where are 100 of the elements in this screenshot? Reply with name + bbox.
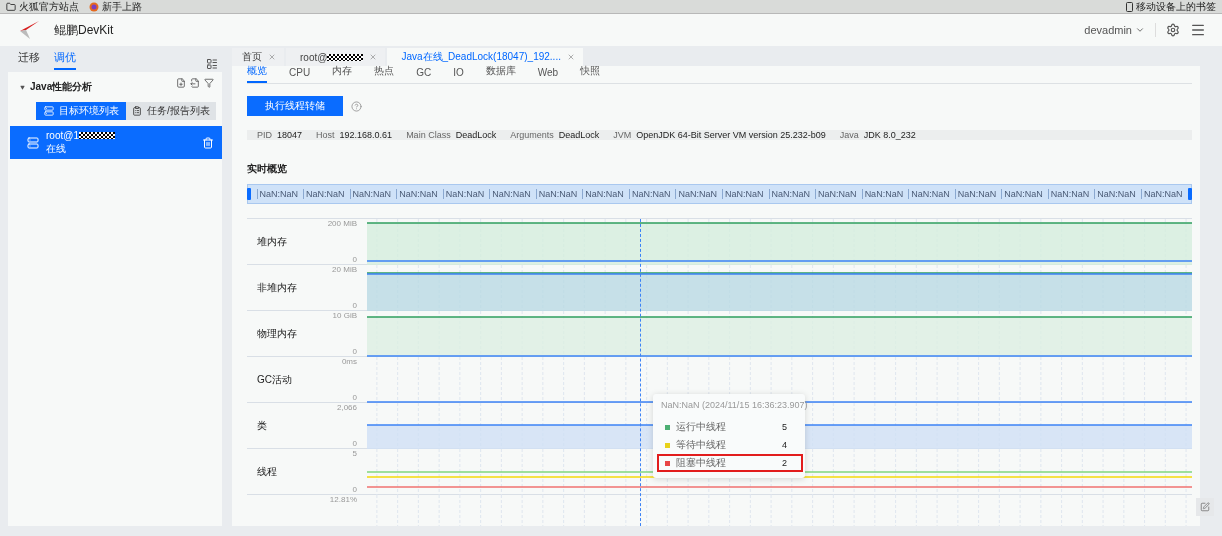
clipboard-icon	[132, 106, 143, 116]
folder-icon	[6, 1, 16, 12]
info-value: OpenJDK 64-Bit Server VM version 25.232-b09	[636, 130, 826, 140]
app-title: 鲲鹏DevKit	[54, 21, 114, 39]
document-tab[interactable]: Java在线_DeadLock(18047)_192....	[387, 48, 583, 66]
redaction-mark	[327, 53, 364, 61]
view-tab[interactable]: IO	[453, 67, 464, 83]
info-label: Main Class	[406, 130, 451, 140]
info-label: JVM	[613, 130, 632, 140]
time-label: NaN:NaN	[303, 189, 345, 199]
help-icon[interactable]	[351, 100, 362, 112]
info-value: 192.168.0.61	[339, 130, 393, 140]
series-value: 2	[782, 458, 787, 468]
time-label: NaN:NaN	[349, 189, 392, 199]
user-menu[interactable]: devadmin	[1084, 24, 1145, 36]
menu-icon[interactable]	[1190, 22, 1206, 38]
view-toggle[interactable]: 目标环境列表	[36, 102, 126, 120]
axis-max-label: 12.81%	[329, 495, 357, 504]
axis-zero-label: 0	[352, 255, 357, 264]
file-export-icon[interactable]	[190, 78, 200, 88]
metric-label: 类	[257, 418, 267, 433]
info-value: DeadLock	[455, 130, 497, 140]
view-tab[interactable]: Web	[537, 67, 559, 83]
metric-label: 物理内存	[257, 326, 297, 341]
time-label: NaN:NaN	[861, 189, 904, 199]
time-label: NaN:NaN	[815, 189, 857, 199]
section-label: Java性能分析	[30, 80, 94, 94]
time-label: NaN:NaN	[768, 189, 811, 199]
axis-zero-label: 0	[352, 301, 357, 310]
axis-max-label: 200 MiB	[327, 219, 357, 228]
axis-max-label: 10 GiB	[332, 311, 357, 320]
close-icon[interactable]	[566, 53, 575, 61]
info-label: PID	[257, 130, 272, 140]
view-tab[interactable]: 概览	[247, 64, 267, 83]
time-label: NaN:NaN	[675, 189, 717, 199]
environment-name: root@1	[46, 129, 79, 141]
axis-zero-label: 0	[352, 393, 357, 402]
time-label: NaN:NaN	[582, 189, 624, 199]
document-tab[interactable]: 首页	[232, 48, 284, 66]
info-label: Java	[839, 130, 859, 140]
time-label: NaN:NaN	[256, 189, 299, 199]
environment-item[interactable]: root@1 在线	[10, 126, 222, 159]
view-tab[interactable]: 数据库	[485, 64, 516, 83]
view-tab[interactable]: 快照	[580, 64, 601, 83]
info-value: JDK 8.0_232	[863, 130, 916, 140]
document-tab[interactable]: root@	[286, 48, 386, 66]
time-label: NaN:NaN	[908, 189, 950, 199]
trash-icon[interactable]	[202, 136, 214, 149]
phone-icon	[1126, 1, 1133, 12]
sidebar-tab[interactable]: 调优	[54, 50, 76, 70]
chevron-icon	[1135, 25, 1145, 35]
axis-max-label: 0ms	[341, 357, 357, 366]
range-handle[interactable]	[247, 188, 251, 200]
view-tab[interactable]: 热点	[374, 64, 395, 83]
view-tab[interactable]: GC	[416, 67, 432, 83]
view-tab[interactable]: 内存	[332, 64, 353, 83]
file-add-icon[interactable]	[176, 78, 186, 88]
close-icon[interactable]	[268, 53, 276, 61]
sidebar-tab[interactable]: 迁移	[18, 50, 40, 70]
time-range-selection[interactable]: NaN:NaN NaN:NaN NaN:NaN NaN:NaN NaN:NaN NaN:NaN NaN:NaN NaN:NaN NaN:NaN NaN:NaN NaN:NaN NaN:NaN NaN:NaN NaN:NaN NaN:NaN NaN:NaN NaN:NaN NaN:NaN NaN:NaN NaN:NaN	[247, 184, 1192, 204]
list-layout-icon[interactable]	[206, 58, 218, 70]
time-label: NaN:NaN	[1140, 189, 1183, 199]
time-label: NaN:NaN	[954, 189, 997, 199]
range-handle[interactable]	[1188, 188, 1192, 200]
metric-label: 线程	[257, 464, 277, 479]
time-label: NaN:NaN	[1001, 189, 1043, 199]
series-label: 等待中线程	[676, 438, 727, 452]
time-label: NaN:NaN	[396, 189, 438, 199]
time-label: NaN:NaN	[1094, 189, 1136, 199]
info-label: Host	[316, 130, 335, 140]
view-tab[interactable]: CPU	[289, 67, 311, 83]
close-icon[interactable]	[369, 53, 378, 61]
server-icon	[27, 136, 39, 149]
axis-zero-label: 0	[352, 439, 357, 448]
time-label: NaN:NaN	[489, 189, 531, 199]
metric-label: GC活动	[257, 372, 292, 387]
bookmark-link[interactable]: 新手上路	[89, 0, 142, 14]
thread-dump-button[interactable]: 执行线程转储	[247, 96, 343, 116]
time-label: NaN:NaN	[722, 189, 764, 199]
browser-logo-icon	[89, 1, 99, 12]
axis-max-label: 5	[352, 449, 357, 458]
axis-max-label: 2,066	[336, 403, 357, 412]
info-value: DeadLock	[558, 130, 600, 140]
series-value: 5	[782, 422, 787, 432]
settings-icon[interactable]	[1166, 23, 1180, 37]
server-icon	[43, 106, 54, 116]
axis-max-label: 20 MiB	[332, 265, 357, 274]
filter-icon[interactable]	[204, 78, 214, 88]
time-label: NaN:NaN	[628, 189, 671, 199]
edit-icon[interactable]	[1196, 498, 1214, 516]
redaction-mark	[78, 131, 115, 139]
axis-zero-label: 0	[352, 485, 357, 494]
logo-icon	[18, 21, 40, 39]
time-label: NaN:NaN	[442, 189, 485, 199]
series-label: 运行中线程	[676, 420, 727, 434]
metric-label: 堆内存	[257, 234, 287, 249]
info-label: Arguments	[510, 130, 554, 140]
bookmark-link[interactable]: 火狐官方站点	[6, 0, 79, 14]
axis-zero-label: 0	[352, 347, 357, 356]
bookmark-link[interactable]: 移动设备上的书签	[1126, 0, 1216, 14]
